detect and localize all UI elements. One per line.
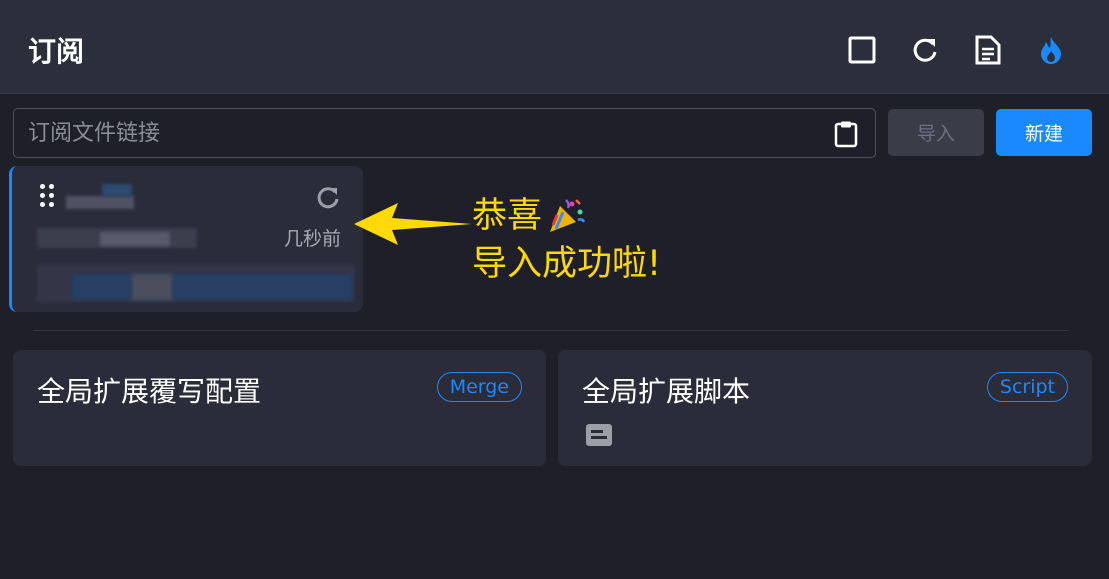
redacted-name-accent bbox=[102, 184, 132, 196]
global-script-card[interactable]: 全局扩展脚本 Script bbox=[558, 350, 1092, 466]
redacted-progress bbox=[72, 274, 352, 300]
party-popper-icon bbox=[550, 199, 586, 232]
checkbox-icon[interactable] bbox=[846, 34, 878, 66]
redacted-name bbox=[66, 196, 134, 209]
subscription-card[interactable]: 几秒前 bbox=[9, 166, 363, 312]
document-icon[interactable] bbox=[972, 34, 1004, 66]
script-card-title: 全局扩展脚本 bbox=[582, 375, 751, 408]
page-title: 订阅 bbox=[28, 35, 85, 68]
clipboard-icon[interactable] bbox=[833, 120, 859, 148]
section-divider bbox=[33, 330, 1069, 331]
refresh-icon[interactable] bbox=[909, 34, 941, 66]
merge-badge: Merge bbox=[436, 372, 522, 402]
updated-time: 几秒前 bbox=[283, 228, 341, 250]
subscription-url-field[interactable] bbox=[13, 108, 876, 158]
script-badge: Script bbox=[986, 372, 1068, 402]
header-bar: 订阅 bbox=[0, 0, 1109, 94]
annotation-line1: 恭喜 bbox=[472, 196, 543, 236]
annotation-arrow-icon bbox=[354, 203, 472, 245]
subscription-url-input[interactable] bbox=[14, 109, 814, 157]
merge-card-title: 全局扩展覆写配置 bbox=[37, 375, 262, 408]
script-file-icon bbox=[586, 424, 612, 446]
redacted-progress-segment bbox=[132, 274, 172, 300]
annotation-line2: 导入成功啦! bbox=[472, 244, 662, 284]
flame-icon[interactable] bbox=[1035, 34, 1067, 66]
drag-handle-icon[interactable] bbox=[40, 184, 56, 210]
new-button[interactable]: 新建 bbox=[996, 109, 1092, 156]
global-merge-card[interactable]: 全局扩展覆写配置 Merge bbox=[13, 350, 546, 466]
redacted-url-mid bbox=[100, 232, 170, 246]
annotation: 恭喜 导入成功啦! bbox=[472, 192, 661, 288]
import-button[interactable]: 导入 bbox=[888, 109, 984, 156]
card-refresh-icon[interactable] bbox=[314, 184, 342, 212]
